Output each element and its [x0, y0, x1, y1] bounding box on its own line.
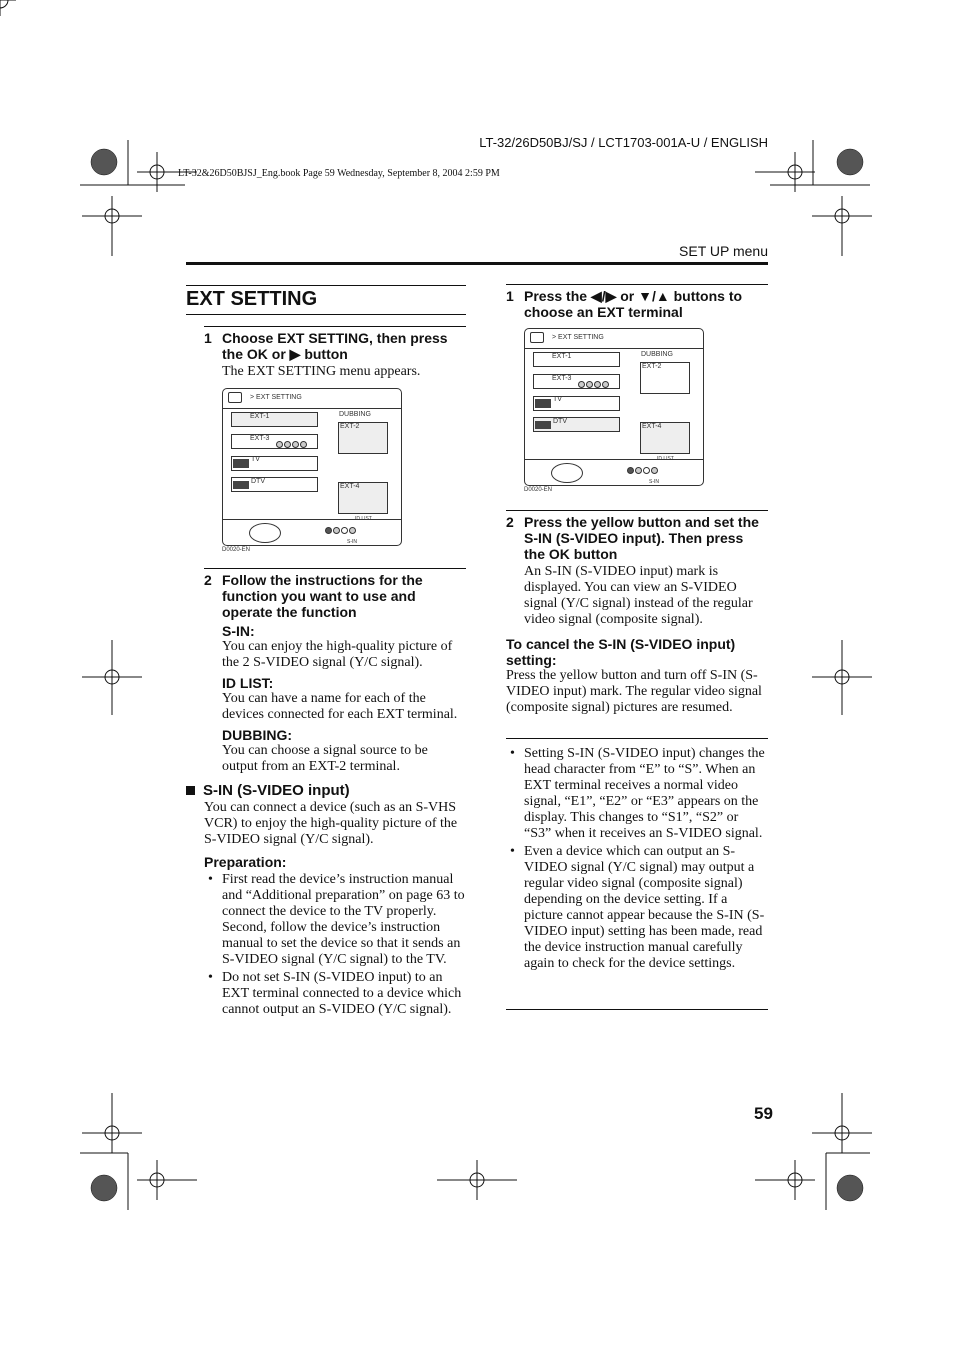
ext-4-box[interactable]: EXT-4	[338, 482, 388, 514]
note-item: Even a device which can output an S-VIDE…	[506, 844, 768, 972]
notes-list: Setting S-IN (S-VIDEO input) changes the…	[506, 746, 768, 974]
square-bullet-icon	[186, 786, 195, 795]
s-in-label: S-IN	[649, 479, 659, 485]
ext-2-box[interactable]: EXT-2	[338, 422, 388, 454]
s-in-label: S-IN	[347, 539, 357, 545]
step-number: 1	[506, 288, 514, 304]
step-title: Follow the instructions for the function…	[222, 572, 423, 620]
ext-3-item[interactable]: EXT-3	[533, 374, 620, 389]
step-title: Press the ◀/▶ or ▼/▲ buttons to choose a…	[524, 288, 743, 320]
dpad-icon	[249, 523, 281, 543]
title-rule-bottom	[186, 314, 466, 315]
notes-rule-bottom	[506, 1009, 768, 1010]
term-desc: You can choose a signal source to be out…	[222, 743, 428, 774]
step-title: Press the yellow button and set the S-IN…	[524, 514, 759, 562]
notes-rule-top	[506, 738, 768, 739]
term-desc: You can enjoy the high-quality picture o…	[222, 639, 453, 670]
ext-2-box[interactable]: EXT-2	[640, 362, 690, 394]
cancel-heading: To cancel the S-IN (S-VIDEO input) setti…	[506, 636, 736, 668]
menu-breadcrumb: > EXT SETTING	[250, 394, 302, 401]
header-rule	[186, 262, 768, 265]
menu-breadcrumb: > EXT SETTING	[552, 334, 604, 341]
ext-1-item[interactable]: EXT-1	[231, 412, 318, 427]
crop-marks	[0, 0, 872, 1210]
section-heading: S-IN (S-VIDEO input)	[203, 782, 350, 799]
term-desc: You can have a name for each of the devi…	[222, 691, 458, 722]
tv-item[interactable]: TV	[533, 396, 620, 411]
note-item: Setting S-IN (S-VIDEO input) changes the…	[506, 746, 768, 842]
figure-code: D0020-EN	[222, 547, 251, 553]
figure-code: D0020-EN	[524, 487, 553, 493]
s-in-section: S-IN (S-VIDEO input) You can connect a d…	[186, 782, 466, 1020]
section-label: SET UP menu	[679, 243, 768, 259]
step-rule	[506, 284, 768, 285]
dtv-item[interactable]: DTV	[231, 477, 318, 492]
step-number: 1	[204, 330, 212, 346]
id-list-label: ID LIST	[355, 516, 372, 522]
preparation-heading: Preparation:	[204, 854, 287, 870]
step-text: An S-IN (S-VIDEO input) mark is displaye…	[524, 564, 753, 627]
left-step-1: 1 Choose EXT SETTING, then press the OK o…	[204, 330, 466, 380]
page-title: EXT SETTING	[186, 288, 318, 310]
tv-item[interactable]: TV	[231, 456, 318, 471]
step-number: 2	[204, 572, 212, 588]
step-number: 2	[506, 514, 514, 530]
step-text: The EXT SETTING menu appears.	[222, 364, 421, 379]
dpad-icon	[551, 463, 583, 483]
dtv-item[interactable]: DTV	[533, 417, 620, 432]
term-dubbing: DUBBING:	[222, 727, 292, 743]
ext-setting-menu-2: > EXT SETTING EXT-1 EXT-3 TV DTV DUBBING…	[524, 328, 704, 486]
title-rule-top	[186, 285, 466, 286]
term-id-list: ID LIST:	[222, 675, 274, 691]
right-step-1: 1 Press the ◀/▶ or ▼/▲ buttons to choose …	[506, 288, 768, 320]
left-step-2: 2 Follow the instructions for the functio…	[204, 572, 466, 775]
ext-setting-menu: > EXT SETTING EXT-1 EXT-3 TV DTV DUBBING…	[222, 388, 402, 546]
bullet-item: First read the device’s instruction manu…	[204, 872, 466, 968]
ext-3-item[interactable]: EXT-3	[231, 434, 318, 449]
bullet-item: Do not set S-IN (S-VIDEO input) to an EX…	[204, 970, 466, 1018]
color-buttons-icon	[325, 527, 357, 536]
model-header: LT-32/26D50BJ/SJ / LCT1703-001A-U / ENGL…	[479, 135, 768, 150]
section-text: You can connect a device (such as an S-V…	[204, 800, 458, 847]
dubbing-label: DUBBING	[641, 351, 673, 358]
id-list-label: ID LIST	[657, 456, 674, 462]
color-buttons-icon	[627, 467, 659, 476]
menu-icon	[530, 332, 544, 343]
book-info-line: LT-32&26D50BJSJ_Eng.book Page 59 Wednesd…	[178, 168, 500, 179]
page-number: 59	[754, 1104, 773, 1123]
cancel-text: Press the yellow button and turn off S-I…	[506, 668, 762, 715]
menu-icon	[228, 392, 242, 403]
term-s-in: S-IN:	[222, 623, 255, 639]
ext-4-box[interactable]: EXT-4	[640, 422, 690, 454]
step-rule	[204, 326, 466, 327]
step-rule	[204, 568, 466, 569]
dubbing-label: DUBBING	[339, 411, 371, 418]
step-title: Choose EXT SETTING, then press the OK or…	[222, 330, 448, 362]
step-rule	[506, 510, 768, 511]
right-step-2: 2 Press the yellow button and set the S-I…	[506, 514, 768, 716]
ext-1-item[interactable]: EXT-1	[533, 352, 620, 367]
